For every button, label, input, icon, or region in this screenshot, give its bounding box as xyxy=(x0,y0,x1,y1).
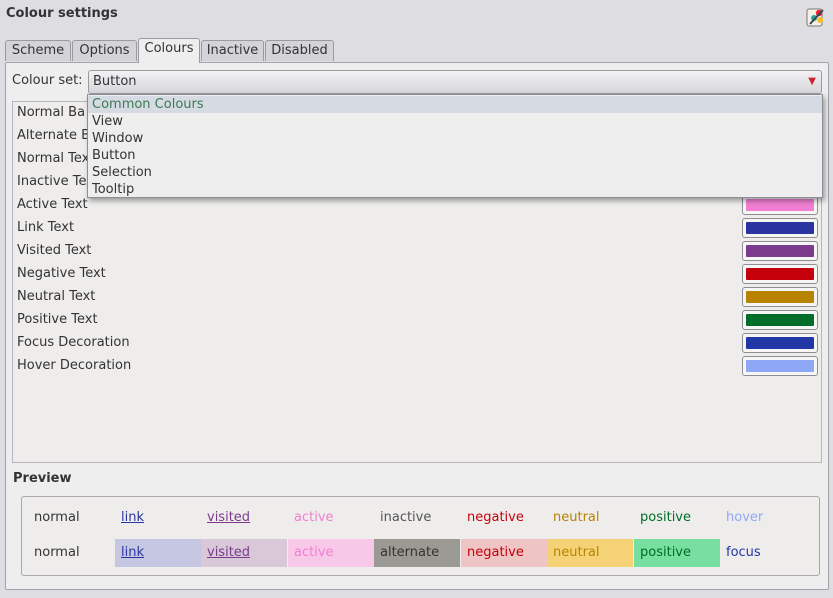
colour-set-label: Colour set: xyxy=(12,73,83,88)
preview-focus-bg: focus xyxy=(726,545,761,560)
chevron-down-icon: ▼ xyxy=(808,76,816,87)
role-label-normal-background: Normal Ba xyxy=(17,105,86,120)
tab-colours[interactable]: Colours xyxy=(138,38,200,63)
colour-set-selected: Button xyxy=(93,74,137,89)
role-label-positive-text: Positive Text xyxy=(17,312,98,327)
colour-set-dropdown: Common Colours View Window Button Select… xyxy=(87,94,823,198)
swatch-hover-decoration[interactable] xyxy=(742,356,818,376)
preview-active-bg: active xyxy=(288,539,374,567)
role-label-active-text: Active Text xyxy=(17,197,88,212)
tab-scheme[interactable]: Scheme xyxy=(5,40,71,61)
preview-positive-bg: positive xyxy=(634,539,720,567)
swatch-color xyxy=(746,245,814,257)
dropdown-option-view[interactable]: View xyxy=(88,113,822,130)
role-label-link-text: Link Text xyxy=(17,220,75,235)
swatch-color xyxy=(746,222,814,234)
swatch-visited-text[interactable] xyxy=(742,241,818,261)
swatch-color xyxy=(746,314,814,326)
preview-negative-bg: negative xyxy=(461,539,547,567)
preview-link: link xyxy=(121,510,144,525)
role-label-focus-decoration: Focus Decoration xyxy=(17,335,130,350)
swatch-positive-text[interactable] xyxy=(742,310,818,330)
role-label-normal-text: Normal Tex xyxy=(17,151,90,166)
swatch-active-text[interactable] xyxy=(742,195,818,215)
role-label-alternate-background: Alternate B xyxy=(17,128,91,143)
swatch-color xyxy=(746,337,814,349)
tab-options[interactable]: Options xyxy=(72,40,137,61)
tab-inactive[interactable]: Inactive xyxy=(201,40,264,61)
dropdown-option-button[interactable]: Button xyxy=(88,147,822,164)
preview-visited-bg: visited xyxy=(201,539,287,567)
preview-hover: hover xyxy=(726,510,764,525)
window-title: Colour settings xyxy=(6,6,118,21)
swatch-color xyxy=(746,268,814,280)
swatch-negative-text[interactable] xyxy=(742,264,818,284)
preview-visited: visited xyxy=(207,510,251,525)
preview-active: active xyxy=(294,510,334,525)
preview-neutral: neutral xyxy=(553,510,600,525)
preview-normal-bg: normal xyxy=(34,545,80,560)
preview-alternate-bg: alternate xyxy=(374,539,460,567)
role-label-visited-text: Visited Text xyxy=(17,243,92,258)
dropdown-option-tooltip[interactable]: Tooltip xyxy=(88,181,822,198)
role-label-inactive-text: Inactive Tex xyxy=(17,174,94,189)
preview-normal: normal xyxy=(34,510,80,525)
swatch-focus-decoration[interactable] xyxy=(742,333,818,353)
preview-inactive: inactive xyxy=(380,510,432,525)
colour-settings-app-icon xyxy=(806,8,824,27)
preview-link-bg: link xyxy=(115,539,201,567)
role-label-negative-text: Negative Text xyxy=(17,266,106,281)
preview-negative: negative xyxy=(467,510,524,525)
swatch-color xyxy=(746,360,814,372)
role-label-hover-decoration: Hover Decoration xyxy=(17,358,132,373)
role-label-neutral-text: Neutral Text xyxy=(17,289,96,304)
dropdown-option-selection[interactable]: Selection xyxy=(88,164,822,181)
preview-neutral-bg: neutral xyxy=(547,539,633,567)
preview-positive: positive xyxy=(640,510,691,525)
swatch-link-text[interactable] xyxy=(742,218,818,238)
swatch-neutral-text[interactable] xyxy=(742,287,818,307)
preview-heading: Preview xyxy=(13,471,72,486)
preview-box: normal link visited active inactive nega… xyxy=(21,496,820,576)
swatch-color xyxy=(746,291,814,303)
swatch-color xyxy=(746,199,814,211)
dropdown-option-common-colours[interactable]: Common Colours xyxy=(88,96,822,113)
dropdown-option-window[interactable]: Window xyxy=(88,130,822,147)
colour-set-combobox[interactable]: Button ▼ xyxy=(88,70,822,94)
tab-disabled[interactable]: Disabled xyxy=(265,40,334,61)
